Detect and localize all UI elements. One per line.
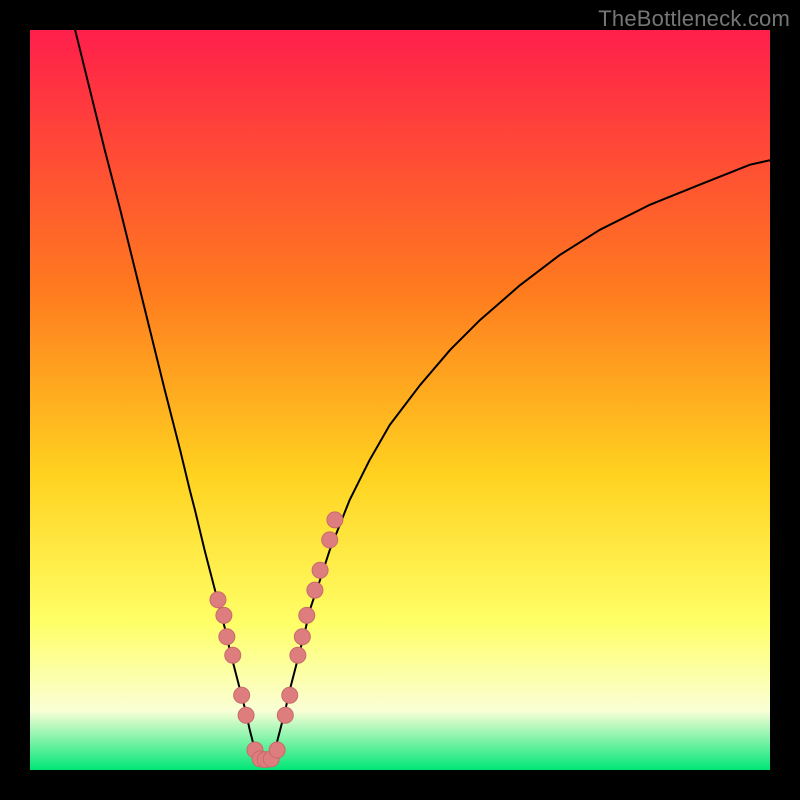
data-marker	[234, 687, 250, 703]
data-marker	[277, 707, 293, 723]
data-marker	[290, 647, 306, 663]
data-marker	[210, 592, 226, 608]
data-marker	[282, 687, 298, 703]
data-marker	[216, 607, 232, 623]
data-marker	[269, 742, 285, 758]
data-marker	[327, 512, 343, 528]
data-marker	[322, 532, 338, 548]
chart-frame: TheBottleneck.com	[0, 0, 800, 800]
plot-area	[30, 30, 770, 770]
data-marker	[219, 629, 235, 645]
data-marker	[299, 607, 315, 623]
data-marker	[238, 707, 254, 723]
watermark-text: TheBottleneck.com	[598, 6, 790, 32]
data-marker	[294, 629, 310, 645]
bottleneck-curve-chart	[30, 30, 770, 770]
gradient-background	[30, 30, 770, 770]
data-marker	[225, 647, 241, 663]
data-marker	[312, 562, 328, 578]
data-marker	[307, 582, 323, 598]
